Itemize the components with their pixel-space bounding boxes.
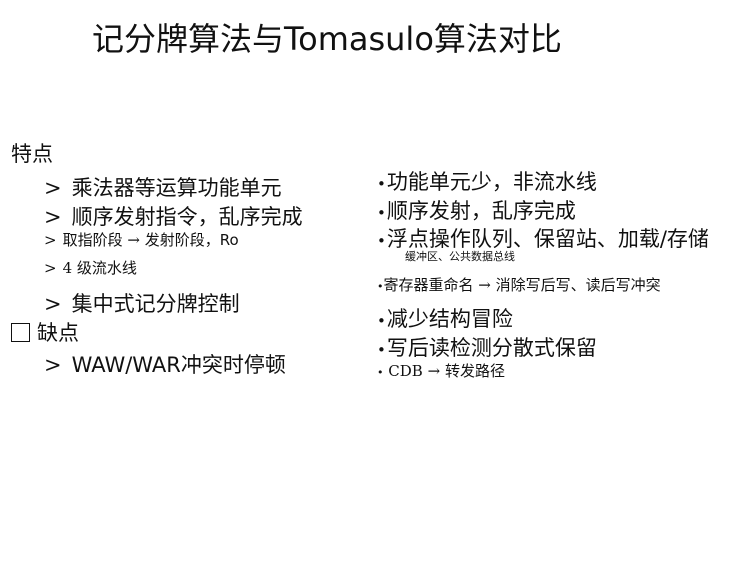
bullet-dot: • bbox=[377, 204, 386, 222]
square-bullet-icon bbox=[11, 323, 30, 342]
compare-item-4: •寄存器重命名 → 消除写后写、读后写冲突 bbox=[377, 274, 661, 295]
feature-text: 乘法器等运算功能单元 bbox=[71, 176, 282, 200]
feature-item-4: >4 级流水线 bbox=[44, 257, 137, 278]
con-item-1: > WAW/WAR冲突时停顿 bbox=[44, 349, 286, 379]
arrow-icon: → bbox=[127, 231, 140, 249]
feature-item-1: > 乘法器等运算功能单元 bbox=[44, 172, 282, 202]
compare-text-b: 消除写后写、读后写冲突 bbox=[495, 276, 661, 294]
bullet-gt: > bbox=[44, 176, 62, 200]
feature-text: 级流水线 bbox=[76, 259, 137, 277]
cons-heading-row: 缺点 bbox=[11, 317, 79, 347]
feature-item-2: > 顺序发射指令，乱序完成 bbox=[44, 201, 303, 231]
bullet-dot: • bbox=[377, 232, 386, 250]
arrow-icon: → bbox=[427, 362, 441, 380]
compare-text: 顺序发射，乱序完成 bbox=[386, 199, 576, 223]
compare-text-a: 寄存器重命名 bbox=[383, 276, 474, 294]
compare-text-a: CDB bbox=[388, 362, 423, 380]
feature-text: 顺序发射指令，乱序完成 bbox=[71, 205, 303, 229]
bullet-gt: > bbox=[44, 231, 57, 249]
compare-text: 写后读检测分散式保留 bbox=[386, 336, 597, 360]
bullet-gt: > bbox=[44, 353, 62, 377]
compare-text: 功能单元少，非流水线 bbox=[386, 170, 597, 194]
slide-title: 记分牌算法与Tomasulo算法对比 bbox=[92, 20, 562, 58]
bullet-dot: • bbox=[377, 341, 386, 359]
compare-item-3-note: 缓冲区、公共数据总线 bbox=[405, 250, 515, 263]
bullet-dot: • bbox=[377, 175, 386, 193]
feature-item-5: > 集中式记分牌控制 bbox=[44, 288, 240, 318]
compare-text-b: 转发路径 bbox=[444, 362, 505, 380]
compare-item-1: •功能单元少，非流水线 bbox=[377, 166, 597, 196]
arrow-icon: → bbox=[478, 276, 491, 294]
bullet-dot: • bbox=[377, 312, 386, 330]
feature-text-a: 取指阶段 bbox=[62, 231, 123, 249]
compare-item-2: •顺序发射，乱序完成 bbox=[377, 195, 576, 225]
bullet-gt: > bbox=[44, 292, 62, 316]
feature-item-3: > 取指阶段 → 发射阶段，Ro bbox=[44, 229, 239, 250]
con-text: WAW/WAR冲突时停顿 bbox=[71, 353, 286, 377]
compare-item-5: •减少结构冒险 bbox=[377, 303, 513, 333]
bullet-gt: > bbox=[44, 259, 57, 277]
bullet-dot: • bbox=[377, 366, 384, 379]
compare-item-7: • CDB → 转发路径 bbox=[377, 360, 505, 381]
cons-heading: 缺点 bbox=[37, 321, 79, 345]
compare-item-6: •写后读检测分散式保留 bbox=[377, 332, 597, 362]
feature-text-b: 发射阶段，Ro bbox=[144, 231, 239, 249]
feature-text: 集中式记分牌控制 bbox=[71, 292, 240, 316]
compare-text: 减少结构冒险 bbox=[386, 307, 513, 331]
feature-number: 4 bbox=[62, 259, 73, 277]
features-heading: 特点 bbox=[11, 142, 53, 166]
bullet-gt: > bbox=[44, 205, 62, 229]
